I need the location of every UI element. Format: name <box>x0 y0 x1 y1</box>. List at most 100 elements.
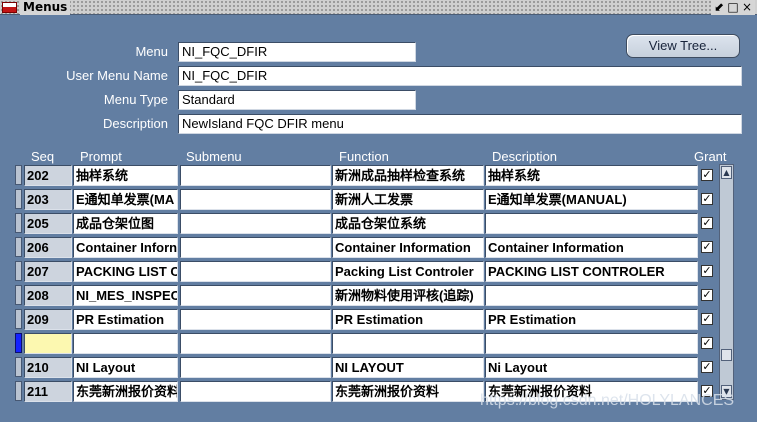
row-marker[interactable] <box>15 165 22 185</box>
prompt-cell[interactable]: Container Inforn <box>73 237 178 258</box>
user-menu-name-field[interactable]: NI_FQC_DFIR <box>178 66 742 86</box>
row-marker[interactable] <box>15 357 22 377</box>
submenu-cell[interactable] <box>180 189 331 210</box>
description-label: Description <box>102 116 168 131</box>
menu-field[interactable]: NI_FQC_DFIR <box>178 42 416 62</box>
submenu-cell[interactable] <box>180 285 331 306</box>
grant-checkbox[interactable]: ✓ <box>701 217 713 229</box>
function-cell[interactable]: 新洲物料使用评核(追踪) <box>332 285 484 306</box>
title-bar[interactable]: Menus ⬋ □ × <box>0 0 757 15</box>
submenu-cell[interactable] <box>180 237 331 258</box>
column-header-function: Function <box>339 149 389 164</box>
minimize-icon[interactable]: ⬋ <box>713 0 725 14</box>
column-header-seq: Seq <box>31 149 55 164</box>
function-cell[interactable]: 新洲成品抽样检查系统 <box>332 165 484 186</box>
function-cell[interactable]: Packing List Controler <box>332 261 484 282</box>
description-cell[interactable]: Container Information <box>485 237 698 258</box>
seq-cell[interactable]: 211 <box>24 381 72 402</box>
description-cell[interactable]: 抽样系统 <box>485 165 698 186</box>
row-marker[interactable] <box>15 309 22 329</box>
prompt-cell[interactable]: 东莞新洲报价资料 <box>73 381 178 402</box>
prompt-cell[interactable] <box>73 333 178 354</box>
prompt-cell[interactable]: 抽样系统 <box>73 165 178 186</box>
submenu-cell[interactable] <box>180 381 331 402</box>
grant-checkbox[interactable]: ✓ <box>701 313 713 325</box>
description-cell[interactable]: E通知单发票(MANUAL) <box>485 189 698 210</box>
close-icon[interactable]: × <box>741 0 753 14</box>
seq-cell[interactable]: 206 <box>24 237 72 258</box>
description-cell[interactable]: PACKING LIST CONTROLER <box>485 261 698 282</box>
table-row: 208 NI_MES_INSPEC 新洲物料使用评核(追踪) ✓ <box>0 284 757 306</box>
row-marker[interactable] <box>15 213 22 233</box>
submenu-cell[interactable] <box>180 165 331 186</box>
grant-checkbox[interactable]: ✓ <box>701 169 713 181</box>
submenu-cell[interactable] <box>180 357 331 378</box>
column-header-prompt: Prompt <box>80 149 122 164</box>
function-cell[interactable]: 新洲人工发票 <box>332 189 484 210</box>
submenu-cell[interactable] <box>180 309 331 330</box>
window-controls: ⬋ □ × <box>711 0 755 15</box>
window-title: Menus <box>20 0 71 15</box>
seq-cell[interactable]: 203 <box>24 189 72 210</box>
watermark: https://blog.csdn.net/HOLYLANCES <box>480 392 735 409</box>
row-marker[interactable] <box>15 285 22 305</box>
current-row-marker[interactable] <box>15 333 22 353</box>
description-cell[interactable] <box>485 285 698 306</box>
column-header-grant: Grant <box>694 149 727 164</box>
grant-checkbox[interactable]: ✓ <box>701 241 713 253</box>
app-icon <box>2 2 17 13</box>
scrollbar-thumb[interactable] <box>721 349 732 361</box>
row-marker[interactable] <box>15 381 22 401</box>
table-row: 203 E通知单发票(MA 新洲人工发票 E通知单发票(MANUAL) ✓ <box>0 188 757 210</box>
prompt-cell[interactable]: PR Estimation <box>73 309 178 330</box>
seq-cell[interactable]: 208 <box>24 285 72 306</box>
row-marker[interactable] <box>15 237 22 257</box>
seq-cell[interactable]: 207 <box>24 261 72 282</box>
vertical-scrollbar[interactable]: ▲ ▼ <box>719 164 734 400</box>
user-menu-name-label: User Menu Name <box>66 68 168 83</box>
view-tree-button[interactable]: View Tree... <box>626 34 740 58</box>
prompt-cell[interactable]: PACKING LIST C <box>73 261 178 282</box>
seq-cell[interactable] <box>24 333 72 354</box>
prompt-cell[interactable]: 成品仓架位图 <box>73 213 178 234</box>
seq-cell[interactable]: 205 <box>24 213 72 234</box>
row-marker[interactable] <box>15 261 22 281</box>
submenu-cell[interactable] <box>180 213 331 234</box>
grant-checkbox[interactable]: ✓ <box>701 193 713 205</box>
function-cell[interactable]: Container Information <box>332 237 484 258</box>
table-row: 209 PR Estimation PR Estimation PR Estim… <box>0 308 757 330</box>
seq-cell[interactable]: 209 <box>24 309 72 330</box>
menu-label: Menu <box>135 44 168 59</box>
submenu-cell[interactable] <box>180 261 331 282</box>
row-marker[interactable] <box>15 189 22 209</box>
description-field[interactable]: NewIsland FQC DFIR menu <box>178 114 742 134</box>
function-cell[interactable] <box>332 333 484 354</box>
seq-cell[interactable]: 210 <box>24 357 72 378</box>
grant-checkbox[interactable]: ✓ <box>701 361 713 373</box>
grant-checkbox[interactable]: ✓ <box>701 337 713 349</box>
menu-type-label: Menu Type <box>103 92 168 107</box>
description-cell[interactable]: PR Estimation <box>485 309 698 330</box>
prompt-cell[interactable]: NI_MES_INSPEC <box>73 285 178 306</box>
maximize-icon[interactable]: □ <box>727 0 739 14</box>
function-cell[interactable]: PR Estimation <box>332 309 484 330</box>
scroll-up-icon[interactable]: ▲ <box>721 166 732 179</box>
prompt-cell[interactable]: NI Layout <box>73 357 178 378</box>
function-cell[interactable]: NI LAYOUT <box>332 357 484 378</box>
description-cell[interactable] <box>485 213 698 234</box>
table-row-current: ✓ <box>0 332 757 354</box>
function-cell[interactable]: 成品仓架位系统 <box>332 213 484 234</box>
prompt-cell[interactable]: E通知单发票(MA <box>73 189 178 210</box>
grant-checkbox[interactable]: ✓ <box>701 289 713 301</box>
description-cell[interactable] <box>485 333 698 354</box>
submenu-cell[interactable] <box>180 333 331 354</box>
description-cell[interactable]: Ni Layout <box>485 357 698 378</box>
table-row: 210 NI Layout NI LAYOUT Ni Layout ✓ <box>0 356 757 378</box>
function-cell[interactable]: 东莞新洲报价资料 <box>332 381 484 402</box>
column-header-submenu: Submenu <box>186 149 242 164</box>
grant-checkbox[interactable]: ✓ <box>701 265 713 277</box>
column-header-description: Description <box>492 149 558 164</box>
seq-cell[interactable]: 202 <box>24 165 72 186</box>
table-row: 205 成品仓架位图 成品仓架位系统 ✓ <box>0 212 757 234</box>
menu-type-field[interactable]: Standard <box>178 90 416 110</box>
